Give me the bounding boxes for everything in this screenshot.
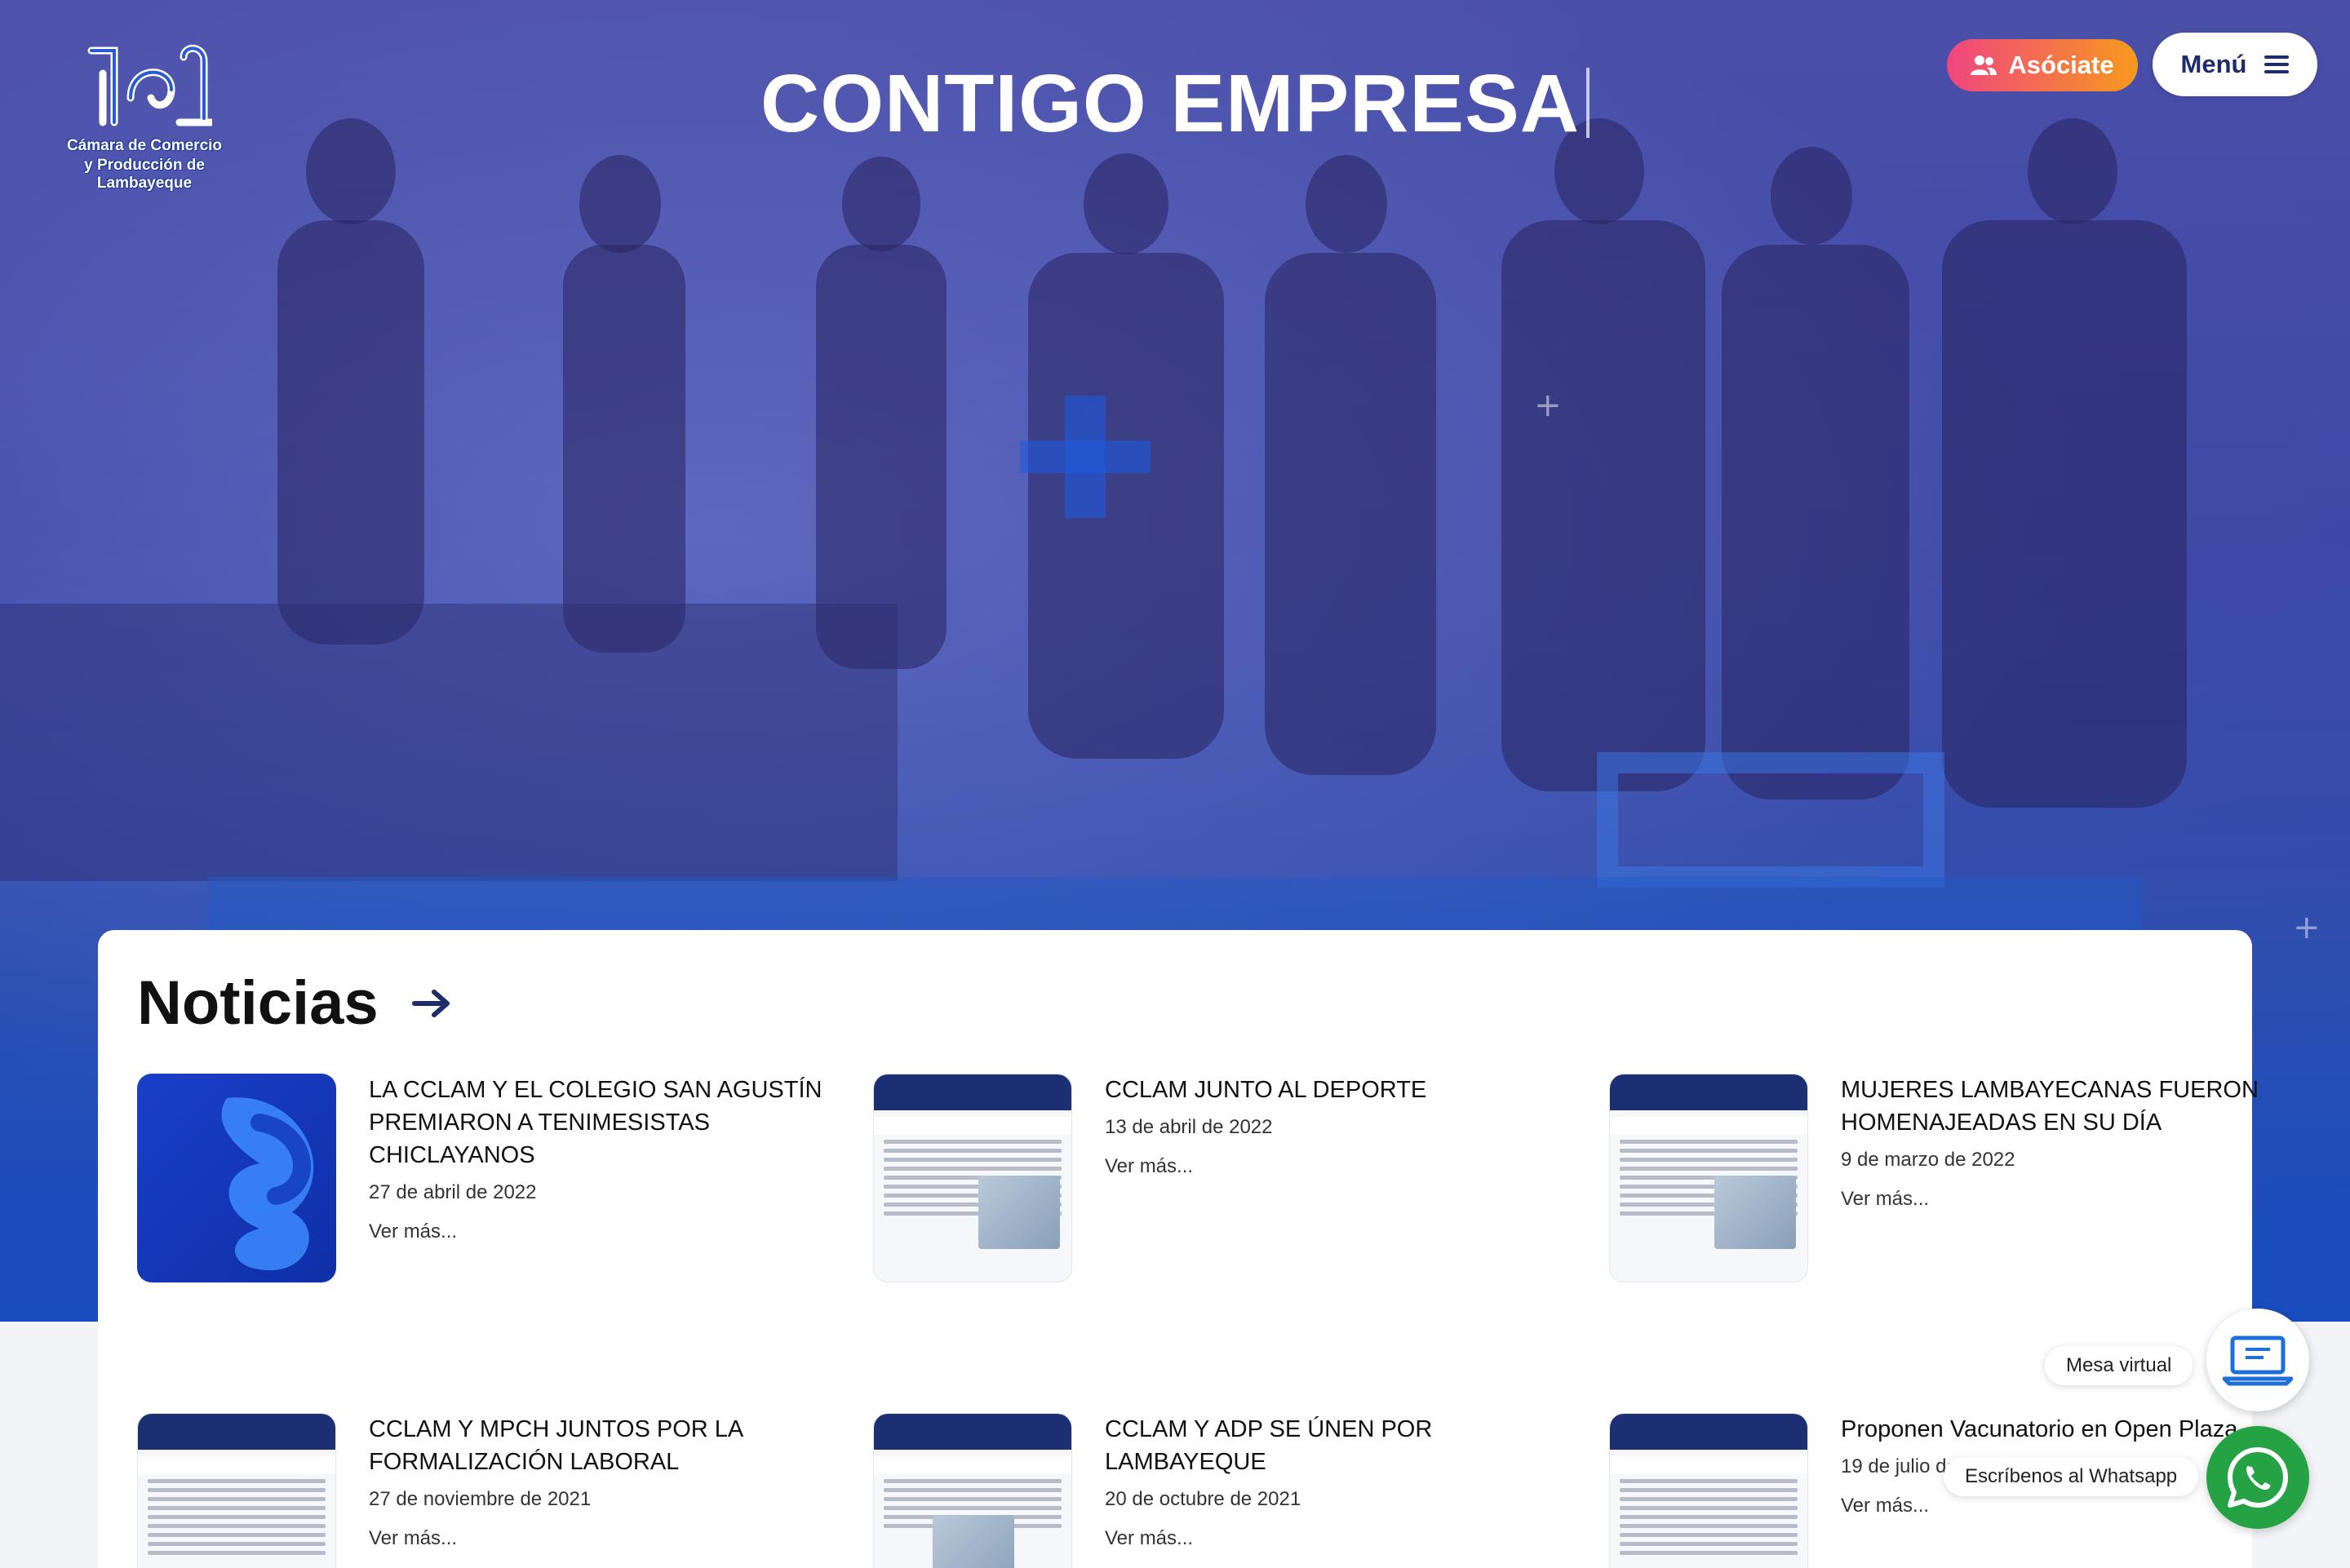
news-headline[interactable]: CCLAM Y ADP SE ÚNEN POR LAMBAYEQUE	[1105, 1413, 1562, 1478]
whatsapp-button[interactable]	[2206, 1426, 2309, 1529]
news-thumbnail[interactable]	[1609, 1413, 1808, 1568]
news-item[interactable]: CCLAM Y MPCH JUNTOS POR LA FORMALIZACIÓN…	[137, 1413, 839, 1568]
news-card: Noticias LA CCLAM Y EL COLEGIO SAN AGUST…	[98, 930, 2259, 1568]
read-more-link[interactable]: Ver más...	[1841, 1188, 2298, 1211]
news-date: 20 de octubre de 2021	[1105, 1488, 1301, 1510]
news-thumbnail[interactable]	[137, 1413, 336, 1568]
whatsapp-label[interactable]: Escríbenos al Whatsapp	[1944, 1457, 2199, 1496]
news-thumbnail[interactable]	[137, 1074, 336, 1282]
news-item[interactable]: CCLAM JUNTO AL DEPORTE 13 de abril de 20…	[873, 1074, 1575, 1286]
news-text: CCLAM Y ADP SE ÚNEN POR LAMBAYEQUE 20 de…	[1105, 1413, 1562, 1550]
news-headline[interactable]: CCLAM Y MPCH JUNTOS POR LA FORMALIZACIÓN…	[369, 1413, 826, 1478]
read-more-link[interactable]: Ver más...	[369, 1220, 826, 1243]
news-date: 9 de marzo de 2022	[1841, 1149, 2015, 1171]
news-item[interactable]: MUJERES LAMBAYECANAS FUERON HOMENAJEADAS…	[1609, 1074, 2311, 1286]
news-date: 13 de abril de 2022	[1105, 1116, 1273, 1138]
news-item[interactable]: CCLAM Y ADP SE ÚNEN POR LAMBAYEQUE 20 de…	[873, 1413, 1575, 1568]
laptop-icon	[2223, 1335, 2293, 1386]
menu-label: Menú	[2180, 50, 2247, 78]
typing-caret	[1585, 68, 1590, 138]
virtual-desk-button[interactable]	[2206, 1309, 2309, 1411]
svg-text:+: +	[1534, 387, 1562, 424]
news-text: CCLAM JUNTO AL DEPORTE 13 de abril de 20…	[1105, 1074, 1562, 1178]
news-date: 27 de noviembre de 2021	[369, 1488, 592, 1510]
menu-button[interactable]: Menú	[2153, 33, 2317, 96]
users-icon	[1971, 55, 1998, 75]
news-date: 27 de abril de 2022	[369, 1181, 537, 1203]
news-headline[interactable]: MUJERES LAMBAYECANAS FUERON HOMENAJEADAS…	[1841, 1074, 2298, 1139]
brand-logo-image	[221, 1097, 314, 1271]
news-text: MUJERES LAMBAYECANAS FUERON HOMENAJEADAS…	[1841, 1074, 2298, 1211]
news-section-title: Noticias	[137, 968, 379, 1038]
news-header: Noticias	[137, 968, 452, 1039]
news-thumbnail[interactable]	[873, 1413, 1072, 1568]
logo-text-line2: y Producción de Lambayeque	[84, 157, 205, 192]
news-item[interactable]: LA CCLAM Y EL COLEGIO SAN AGUSTÍN PREMIA…	[137, 1074, 839, 1286]
news-thumbnail[interactable]	[873, 1074, 1072, 1282]
virtual-desk-label[interactable]: Mesa virtual	[2045, 1346, 2193, 1385]
whatsapp-icon	[2228, 1447, 2288, 1508]
hamburger-icon	[2264, 55, 2290, 73]
news-headline[interactable]: CCLAM JUNTO AL DEPORTE	[1105, 1074, 1562, 1106]
read-more-link[interactable]: Ver más...	[369, 1527, 826, 1550]
news-text: LA CCLAM Y EL COLEGIO SAN AGUSTÍN PREMIA…	[369, 1074, 826, 1243]
news-text: CCLAM Y MPCH JUNTOS POR LA FORMALIZACIÓN…	[369, 1413, 826, 1550]
read-more-link[interactable]: Ver más...	[1105, 1527, 1562, 1550]
news-headline[interactable]: LA CCLAM Y EL COLEGIO SAN AGUSTÍN PREMIA…	[369, 1074, 826, 1172]
news-thumbnail[interactable]	[1609, 1074, 1808, 1282]
read-more-link[interactable]: Ver más...	[1105, 1155, 1562, 1178]
arrow-right-icon[interactable]	[411, 987, 452, 1020]
asociate-label: Asóciate	[2008, 51, 2114, 79]
asociate-button[interactable]: Asóciate	[1947, 39, 2138, 91]
